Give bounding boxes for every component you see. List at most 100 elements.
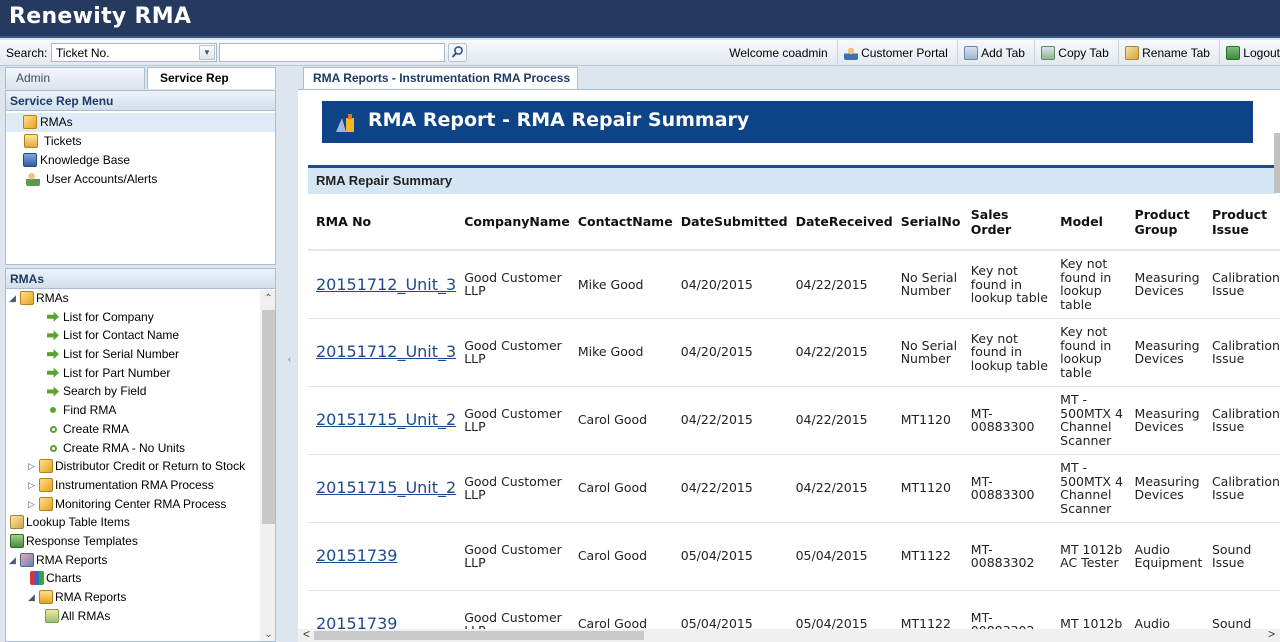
menu-item-tickets[interactable]: Tickets xyxy=(6,132,275,151)
pencil-icon xyxy=(10,515,24,530)
tree-item[interactable]: ▷ Distributor Credit or Return to Stock xyxy=(6,457,275,476)
logout-button[interactable]: Logout xyxy=(1219,40,1280,66)
menu-item-knowledge-base[interactable]: Knowledge Base xyxy=(6,151,275,170)
table-cell: MT - 500MTX 4 Channel Scanner xyxy=(1052,454,1127,523)
content-scroll-thumb[interactable] xyxy=(1274,133,1280,193)
box-icon xyxy=(39,496,53,511)
tree-item-label: List for Contact Name xyxy=(63,328,180,343)
tab-rma-reports[interactable]: RMA Reports - Instrumentation RMA Proces… xyxy=(303,67,578,89)
table-cell: Key not found in lookup table xyxy=(1052,318,1127,387)
column-header[interactable]: CompanyName xyxy=(456,194,570,251)
column-header[interactable]: Product Issue xyxy=(1203,194,1280,251)
tree-item[interactable]: ◢ RMA Reports xyxy=(6,551,275,570)
copy-tab-button[interactable]: Copy Tab xyxy=(1034,40,1114,66)
chart-icon xyxy=(30,571,44,586)
rma-link[interactable]: 20151715_Unit_2 xyxy=(308,386,457,455)
add-tab-button[interactable]: Add Tab xyxy=(957,40,1031,66)
tree-item-label: Monitoring Center RMA Process xyxy=(55,496,227,511)
table-cell: Key not found in lookup table xyxy=(1052,250,1127,319)
report-icon xyxy=(336,114,354,132)
rma-link[interactable]: 20151712_Unit_3 xyxy=(308,250,457,319)
collapse-icon[interactable]: ◢ xyxy=(9,551,16,570)
table-row: 20151712_Unit_3 Good Customer LLP Mike Goo… xyxy=(308,318,1280,387)
column-header[interactable]: DateSubmitted xyxy=(672,194,788,251)
expand-icon[interactable]: ▷ xyxy=(28,476,35,495)
horizontal-scrollbar[interactable]: < > xyxy=(298,627,1280,642)
tree-scroll-thumb[interactable] xyxy=(262,310,275,524)
tab-admin[interactable]: Admin xyxy=(5,67,145,89)
search-by-select[interactable]: Ticket No. ▼ xyxy=(51,43,217,62)
column-header[interactable]: DateReceived xyxy=(787,194,893,251)
panel-splitter[interactable]: ‹ xyxy=(288,67,296,642)
column-header[interactable]: Sales Order xyxy=(962,194,1053,251)
column-header[interactable]: RMA No xyxy=(308,194,457,251)
table-cell: 04/20/2015 xyxy=(672,318,788,387)
collapse-icon[interactable]: ◢ xyxy=(9,289,16,308)
tree-item-label: List for Part Number xyxy=(63,365,171,380)
rename-tab-button[interactable]: Rename Tab xyxy=(1118,40,1216,66)
tree-item[interactable]: List for Serial Number xyxy=(6,345,275,364)
tree-item[interactable]: Create RMA - No Units xyxy=(6,439,275,458)
tree-item[interactable]: Search by Field xyxy=(6,382,275,401)
rma-link[interactable]: 20151712_Unit_3 xyxy=(308,318,457,387)
tree-item[interactable]: Lookup Table Items xyxy=(6,513,275,532)
users-icon xyxy=(26,172,40,186)
expand-icon[interactable]: ▷ xyxy=(28,495,35,514)
column-header[interactable]: Product Group xyxy=(1126,194,1204,251)
search-input[interactable] xyxy=(219,43,445,62)
tree-item[interactable]: List for Company xyxy=(6,308,275,327)
logout-icon xyxy=(1226,46,1241,60)
scroll-right-icon[interactable]: > xyxy=(1268,627,1275,641)
tree-item[interactable]: List for Contact Name xyxy=(6,326,275,345)
rma-link[interactable]: 20151739 xyxy=(308,522,457,591)
tree-item[interactable]: List for Part Number xyxy=(6,364,275,383)
report-icon xyxy=(20,552,34,567)
box-icon xyxy=(39,477,53,492)
main-panel: RMA Reports - Instrumentation RMA Proces… xyxy=(298,67,1280,642)
tree-item[interactable]: ◢ RMAs xyxy=(6,289,275,308)
tree-item[interactable]: Create RMA xyxy=(6,420,275,439)
column-header[interactable]: ContactName xyxy=(569,194,673,251)
tree-item[interactable]: All RMAs xyxy=(6,607,275,626)
table-cell: Good Customer LLP xyxy=(456,386,570,455)
table-cell: MT 1012b AC Tester xyxy=(1052,522,1127,591)
table-cell: MT-00883300 xyxy=(962,454,1053,523)
table-cell: Calibration Issue xyxy=(1203,318,1280,387)
menu-item-rmas[interactable]: RMAs xyxy=(6,113,275,132)
horizontal-scroll-thumb[interactable] xyxy=(314,631,644,640)
scroll-left-icon[interactable]: < xyxy=(303,627,310,641)
column-header[interactable]: Model xyxy=(1052,194,1127,251)
rmas-tree: ◢ RMAs List for Company List for Contact Na… xyxy=(6,289,275,625)
collapse-icon[interactable]: ◢ xyxy=(28,588,35,607)
tree-item[interactable]: ▷ Instrumentation RMA Process xyxy=(6,476,275,495)
customer-portal-link[interactable]: Customer Portal xyxy=(837,40,954,66)
tree-item[interactable]: Find RMA xyxy=(6,401,275,420)
box-icon xyxy=(23,115,37,129)
tab-service-rep[interactable]: Service Rep xyxy=(147,67,276,89)
table-cell: 04/22/2015 xyxy=(672,454,788,523)
table-cell: Mike Good xyxy=(569,250,673,319)
chevron-down-icon[interactable]: ▼ xyxy=(199,45,215,60)
search-button[interactable] xyxy=(448,43,467,62)
tree-item[interactable]: Response Templates xyxy=(6,532,275,551)
column-header[interactable]: SerialNo xyxy=(892,194,963,251)
expand-icon[interactable]: ▷ xyxy=(28,457,35,476)
menu-item-user-accounts[interactable]: User Accounts/Alerts xyxy=(6,170,275,189)
tree-item[interactable]: ◢ RMA Reports xyxy=(6,588,275,607)
scroll-down-icon[interactable]: ⌄ xyxy=(260,626,275,641)
search-by-value: Ticket No. xyxy=(56,46,110,60)
rma-link[interactable]: 20151715_Unit_2 xyxy=(308,454,457,523)
table-cell: Measuring Devices xyxy=(1126,318,1204,387)
report-content: RMA Report - RMA Repair Summary RMA Repa… xyxy=(298,89,1280,642)
tree-item[interactable]: Charts xyxy=(6,569,275,588)
tree-item[interactable]: ▷ Monitoring Center RMA Process xyxy=(6,495,275,514)
tree-scrollbar[interactable]: ⌃ ⌄ xyxy=(260,290,275,641)
collapse-left-icon[interactable]: ‹ xyxy=(288,354,291,364)
report-title: RMA Report - RMA Repair Summary xyxy=(368,109,750,131)
search-label: Search: xyxy=(6,46,48,60)
content-scrollbar[interactable] xyxy=(1274,112,1280,642)
table-cell: Carol Good xyxy=(569,522,673,591)
book-icon xyxy=(23,153,37,167)
scroll-up-icon[interactable]: ⌃ xyxy=(260,290,275,307)
tree-item-label: Charts xyxy=(46,571,82,586)
